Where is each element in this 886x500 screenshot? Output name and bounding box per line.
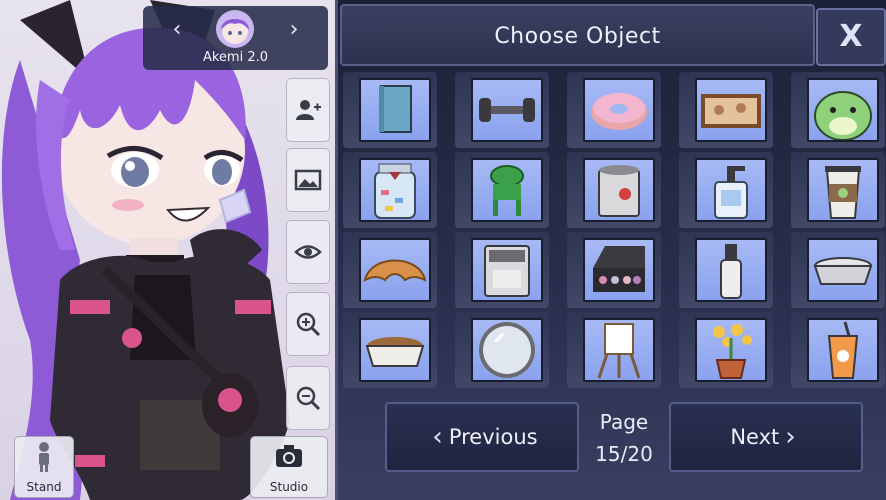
character-name: Akemi 2.0 xyxy=(202,50,269,65)
object-donut[interactable] xyxy=(567,72,661,148)
stand-label: Stand xyxy=(26,480,62,494)
mirror-icon xyxy=(479,322,535,378)
spray-bottle-icon xyxy=(720,244,742,299)
object-makeup-palette[interactable] xyxy=(567,232,661,308)
character-scene: ‹ › Akemi 2.0 Stand Studio xyxy=(0,0,335,500)
dumbbell-icon xyxy=(479,98,535,122)
zoom-out-button[interactable] xyxy=(286,366,330,430)
previous-label: Previous xyxy=(448,425,538,449)
image-icon xyxy=(294,169,322,191)
chevron-right-icon[interactable]: › xyxy=(282,18,306,42)
previous-button[interactable]: ‹ Previous xyxy=(385,402,579,472)
close-button[interactable]: X xyxy=(816,8,886,66)
add-person-icon xyxy=(296,100,321,120)
croissant-icon xyxy=(363,259,427,282)
chevron-left-icon[interactable]: ‹ xyxy=(165,18,189,42)
page-count: 15/20 xyxy=(595,442,653,466)
panel-title: Choose Object xyxy=(494,24,661,49)
panel-header: Choose Object xyxy=(340,4,815,66)
chevron-left-icon: ‹ xyxy=(432,422,443,452)
object-spray-bottle[interactable] xyxy=(679,232,773,308)
coffee-cup-icon xyxy=(825,166,861,219)
object-book[interactable] xyxy=(343,72,437,148)
next-button[interactable]: Next › xyxy=(669,402,863,472)
food-bowl-icon xyxy=(365,337,425,367)
object-dumbbell[interactable] xyxy=(455,72,549,148)
background-button[interactable] xyxy=(286,148,330,212)
object-bowl[interactable] xyxy=(791,232,885,308)
object-food-bowl[interactable] xyxy=(343,312,437,388)
object-coffee-cup[interactable] xyxy=(791,152,885,228)
makeup-palette-icon xyxy=(593,246,645,292)
bowl-icon xyxy=(813,257,873,285)
easel-icon xyxy=(597,323,641,379)
object-frog-plush[interactable] xyxy=(791,72,885,148)
chevron-right-icon: › xyxy=(785,422,796,452)
flower-pot-icon xyxy=(713,324,752,379)
object-croissant[interactable] xyxy=(343,232,437,308)
soap-dispenser-icon xyxy=(714,166,748,219)
zoom-in-button[interactable] xyxy=(286,292,330,356)
frog-chair-icon xyxy=(490,165,524,216)
add-character-button[interactable] xyxy=(286,78,330,142)
frog-plush-icon xyxy=(814,91,872,140)
eye-icon xyxy=(294,245,322,259)
studio-button[interactable]: Studio xyxy=(250,436,328,498)
camera-icon xyxy=(276,445,302,467)
stand-figure-icon xyxy=(39,442,49,472)
stand-button[interactable]: Stand xyxy=(14,436,74,498)
object-mirror[interactable] xyxy=(455,312,549,388)
object-coffee-machine[interactable] xyxy=(455,232,549,308)
donut-icon xyxy=(591,93,647,130)
object-candy-jar[interactable] xyxy=(343,152,437,228)
object-painting[interactable] xyxy=(679,72,773,148)
book-icon xyxy=(379,85,412,133)
character-illustration xyxy=(1,0,290,500)
choose-object-panel: Choose Object X ‹ Previous Page 15/20 Ne… xyxy=(335,0,886,500)
object-flower-pot[interactable] xyxy=(679,312,773,388)
object-easel[interactable] xyxy=(567,312,661,388)
character-selector: ‹ › Akemi 2.0 xyxy=(143,6,328,70)
zoom-in-icon xyxy=(296,312,321,337)
painting-icon xyxy=(701,94,761,128)
paint-bucket-icon xyxy=(598,165,640,217)
object-paint-bucket[interactable] xyxy=(567,152,661,228)
next-label: Next xyxy=(730,425,780,449)
object-soap-dispenser[interactable] xyxy=(679,152,773,228)
character-portrait[interactable] xyxy=(216,10,254,48)
visibility-button[interactable] xyxy=(286,220,330,284)
candy-jar-icon xyxy=(374,163,416,219)
object-frog-chair[interactable] xyxy=(455,152,549,228)
boba-drink-icon xyxy=(827,321,859,379)
page-label: Page xyxy=(599,410,649,434)
object-boba-drink[interactable] xyxy=(791,312,885,388)
zoom-out-icon xyxy=(296,386,321,411)
studio-label: Studio xyxy=(269,480,309,494)
coffee-machine-icon xyxy=(484,245,530,297)
